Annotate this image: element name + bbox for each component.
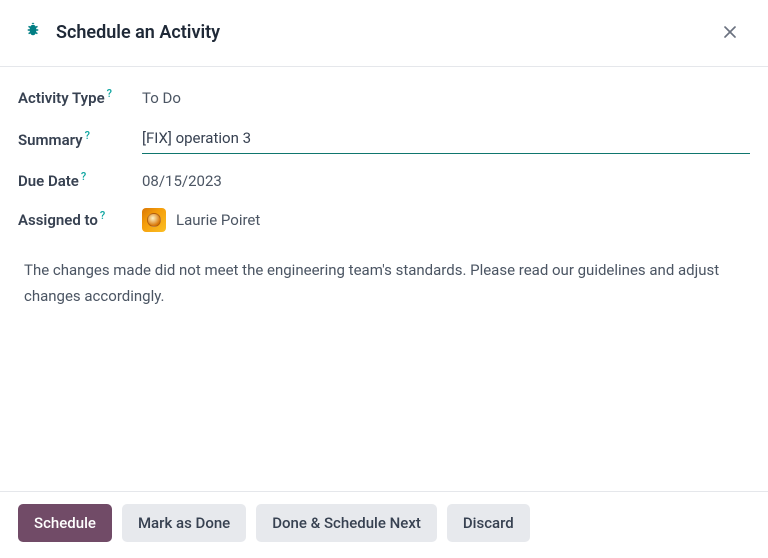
- close-icon: [720, 22, 740, 42]
- label-text: Due Date: [18, 172, 79, 190]
- field-activity-type: Activity Type? To Do: [18, 89, 750, 107]
- assigned-to-value[interactable]: Laurie Poiret: [142, 208, 750, 232]
- activity-type-label: Activity Type?: [18, 89, 142, 107]
- assigned-to-label: Assigned to?: [18, 211, 142, 229]
- summary-label: Summary?: [18, 131, 142, 149]
- field-summary: Summary?: [18, 125, 750, 154]
- avatar: [142, 208, 166, 232]
- modal-body: Activity Type? To Do Summary? Due Date? …: [0, 67, 768, 491]
- modal-footer: Schedule Mark as Done Done & Schedule Ne…: [0, 491, 768, 558]
- due-date-value[interactable]: 08/15/2023: [142, 172, 750, 190]
- schedule-button[interactable]: Schedule: [18, 504, 112, 542]
- mark-done-button[interactable]: Mark as Done: [122, 504, 246, 542]
- discard-button[interactable]: Discard: [447, 504, 530, 542]
- done-schedule-next-button[interactable]: Done & Schedule Next: [256, 504, 437, 542]
- label-text: Summary: [18, 131, 83, 149]
- help-icon[interactable]: ?: [85, 129, 90, 142]
- help-icon[interactable]: ?: [81, 170, 86, 183]
- help-icon[interactable]: ?: [100, 209, 105, 222]
- help-icon[interactable]: ?: [107, 87, 112, 100]
- modal-title: Schedule an Activity: [56, 22, 220, 43]
- assignee-name: Laurie Poiret: [176, 211, 260, 229]
- bug-icon: [24, 21, 42, 43]
- field-due-date: Due Date? 08/15/2023: [18, 172, 750, 190]
- activity-type-value[interactable]: To Do: [142, 89, 750, 107]
- title-group: Schedule an Activity: [24, 21, 220, 43]
- description-text[interactable]: The changes made did not meet the engine…: [18, 250, 750, 309]
- label-text: Activity Type: [18, 89, 105, 107]
- summary-input[interactable]: [142, 125, 750, 154]
- modal-header: Schedule an Activity: [0, 0, 768, 67]
- due-date-label: Due Date?: [18, 172, 142, 190]
- field-assigned-to: Assigned to? Laurie Poiret: [18, 208, 750, 232]
- label-text: Assigned to: [18, 211, 98, 229]
- close-button[interactable]: [716, 18, 744, 46]
